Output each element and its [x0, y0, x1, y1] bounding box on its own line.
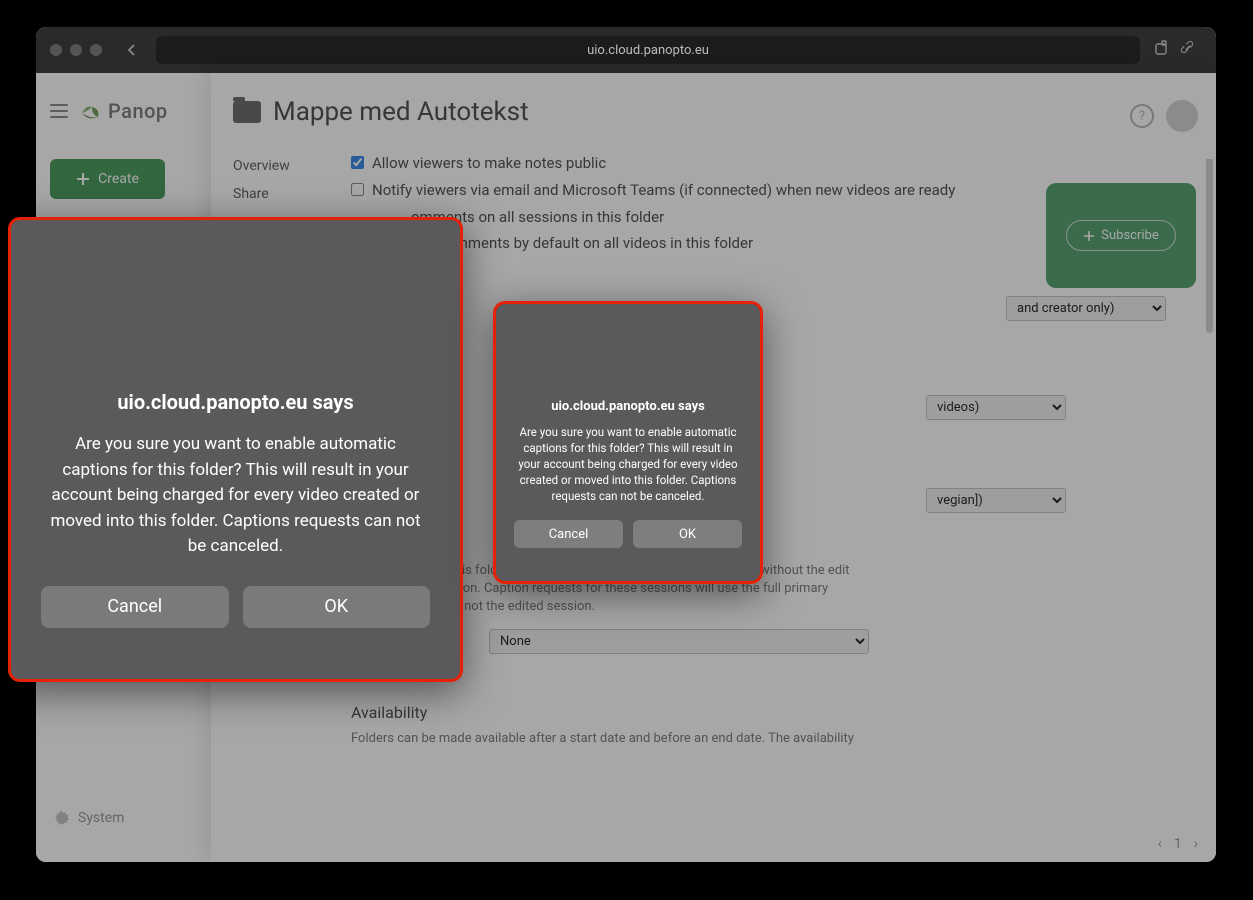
traffic-lights[interactable] [50, 44, 102, 56]
dialog-title-small: uio.cloud.panopto.eu says [551, 399, 705, 414]
link-icon[interactable] [1180, 40, 1196, 60]
dialog-cancel-button-small[interactable]: Cancel [514, 520, 623, 548]
extension-icon[interactable] [1154, 40, 1170, 60]
dialog-title: uio.cloud.panopto.eu says [117, 390, 353, 414]
browser-titlebar: uio.cloud.panopto.eu [36, 27, 1216, 73]
confirm-dialog-small: uio.cloud.panopto.eu says Are you sure y… [493, 301, 763, 584]
dialog-message-small: Are you sure you want to enable automati… [514, 424, 742, 504]
titlebar-right-icons [1154, 40, 1196, 60]
dialog-ok-button[interactable]: OK [243, 586, 431, 628]
dialog-message: Are you sure you want to enable automati… [41, 432, 430, 560]
dialog-ok-button-small[interactable]: OK [633, 520, 742, 548]
dialog-cancel-button[interactable]: Cancel [41, 586, 229, 628]
confirm-dialog-large: uio.cloud.panopto.eu says Are you sure y… [8, 217, 463, 682]
nav-back-button[interactable] [122, 40, 142, 60]
url-text: uio.cloud.panopto.eu [587, 43, 709, 58]
url-bar[interactable]: uio.cloud.panopto.eu [156, 36, 1140, 64]
